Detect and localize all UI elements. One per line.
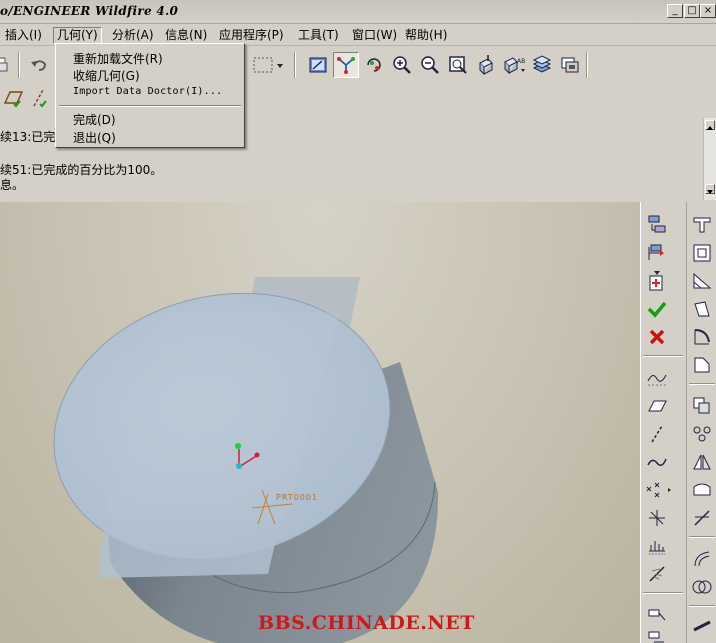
import-data-doctor-menu-item[interactable]: Import Data Doctor(I)... <box>73 86 222 97</box>
right-feature-toolbar <box>640 202 686 643</box>
message-line: 息。 <box>0 178 25 192</box>
layers-icon[interactable] <box>529 52 555 78</box>
datum-axis-icon[interactable] <box>643 421 671 447</box>
copy-feature-icon[interactable] <box>688 393 716 419</box>
window-title: o/ENGINEER Wildfire 4.0 <box>0 4 179 18</box>
coordinate-system-tool-icon[interactable] <box>643 505 671 531</box>
trim-tool-icon[interactable] <box>688 505 716 531</box>
hole-tool-icon[interactable] <box>688 212 716 238</box>
maximize-button[interactable]: □ <box>684 4 700 18</box>
mirror-tool-icon[interactable] <box>688 449 716 475</box>
insert-mode-icon[interactable] <box>643 240 671 266</box>
menu-insert[interactable]: 插入(I) <box>2 27 45 44</box>
toolbar-separator <box>294 52 296 78</box>
zoom-out-icon[interactable] <box>417 52 443 78</box>
orient-mode-icon[interactable] <box>361 52 387 78</box>
reorient-icon[interactable] <box>473 52 499 78</box>
menu-window[interactable]: 窗口(W) <box>349 27 400 44</box>
thicken-tool-icon[interactable] <box>688 614 716 640</box>
geometry-dropdown-menu: 重新加载文件(R) 收缩几何(G) Import Data Doctor(I).… <box>55 43 245 148</box>
menu-applications[interactable]: 应用程序(P) <box>216 27 287 44</box>
scroll-down-button[interactable] <box>705 184 715 194</box>
extrude-tool-icon[interactable] <box>643 602 671 628</box>
datum-curve-icon[interactable] <box>643 449 671 475</box>
sketch-curve-icon[interactable] <box>643 365 671 391</box>
resume-icon[interactable] <box>643 268 671 294</box>
svg-text:AB: AB <box>517 58 525 65</box>
toolbar-separator <box>643 355 683 357</box>
graphics-window[interactable]: PRT0001 <box>0 202 640 643</box>
draft-tool-icon[interactable] <box>688 296 716 322</box>
toolbar-separator <box>689 605 715 607</box>
saved-views-icon[interactable]: AB <box>501 52 527 78</box>
toolbar-separator <box>643 592 683 594</box>
quit-menu-item[interactable]: 退出(Q) <box>73 129 116 146</box>
menu-geometry[interactable]: 几何(Y) <box>53 27 102 44</box>
repaint-icon[interactable] <box>305 52 331 78</box>
menu-info[interactable]: 信息(N) <box>162 27 210 44</box>
intersect-tool-icon[interactable] <box>688 574 716 600</box>
offset-tool-icon[interactable] <box>688 546 716 572</box>
right-edit-toolbar <box>686 202 716 643</box>
shell-tool-icon[interactable] <box>688 240 716 266</box>
revolve-tool-icon[interactable] <box>643 626 671 643</box>
scroll-up-button[interactable] <box>705 120 715 130</box>
model-view: PRT0001 <box>53 277 439 643</box>
menu-separator <box>59 105 241 107</box>
print-icon[interactable] <box>0 52 14 78</box>
message-line: 续51:已完成的百分比为100。 <box>0 163 163 177</box>
reorder-icon[interactable] <box>643 212 671 238</box>
close-button[interactable]: × <box>700 4 716 18</box>
reload-file-menu-item[interactable]: 重新加载文件(R) <box>73 50 163 67</box>
shrinkwrap-menu-item[interactable]: 收缩几何(G) <box>73 67 140 84</box>
title-bar: o/ENGINEER Wildfire 4.0 _ □ × <box>0 0 716 24</box>
part-name-label: PRT0001 <box>276 493 318 502</box>
refit-icon[interactable] <box>445 52 471 78</box>
menu-analysis[interactable]: 分析(A) <box>109 27 157 44</box>
toolbar-separator <box>18 52 20 78</box>
view-manager-icon[interactable] <box>557 52 583 78</box>
datum-plane-icon[interactable] <box>643 393 671 419</box>
message-scrollbar[interactable] <box>703 118 716 200</box>
external-datum-icon[interactable] <box>643 561 671 587</box>
plane-display-icon[interactable] <box>0 85 26 111</box>
menu-tools[interactable]: 工具(T) <box>295 27 342 44</box>
toolbar-separator <box>586 52 588 78</box>
round-tool-icon[interactable] <box>688 324 716 350</box>
toolbar-separator <box>689 383 715 385</box>
rib-tool-icon[interactable] <box>688 268 716 294</box>
axis-display-icon[interactable] <box>26 85 52 111</box>
zoom-in-icon[interactable] <box>389 52 415 78</box>
cancel-x-icon[interactable] <box>643 324 671 350</box>
done-menu-item[interactable]: 完成(D) <box>73 111 116 128</box>
pattern-tool-icon[interactable] <box>688 421 716 447</box>
minimize-button[interactable]: _ <box>667 4 683 18</box>
accept-check-icon[interactable] <box>643 296 671 322</box>
undo-icon[interactable] <box>26 52 52 78</box>
toolbar-separator <box>689 536 715 538</box>
spin-center-icon[interactable] <box>333 52 359 78</box>
datum-point-icon[interactable] <box>643 477 671 503</box>
menu-help[interactable]: 帮助(H) <box>402 27 450 44</box>
analysis-feature-icon[interactable] <box>643 533 671 559</box>
chamfer-tool-icon[interactable] <box>688 352 716 378</box>
merge-tool-icon[interactable] <box>688 477 716 503</box>
watermark: BBS.CHINADE.NET <box>258 612 475 634</box>
selection-filter-icon[interactable] <box>250 52 284 78</box>
